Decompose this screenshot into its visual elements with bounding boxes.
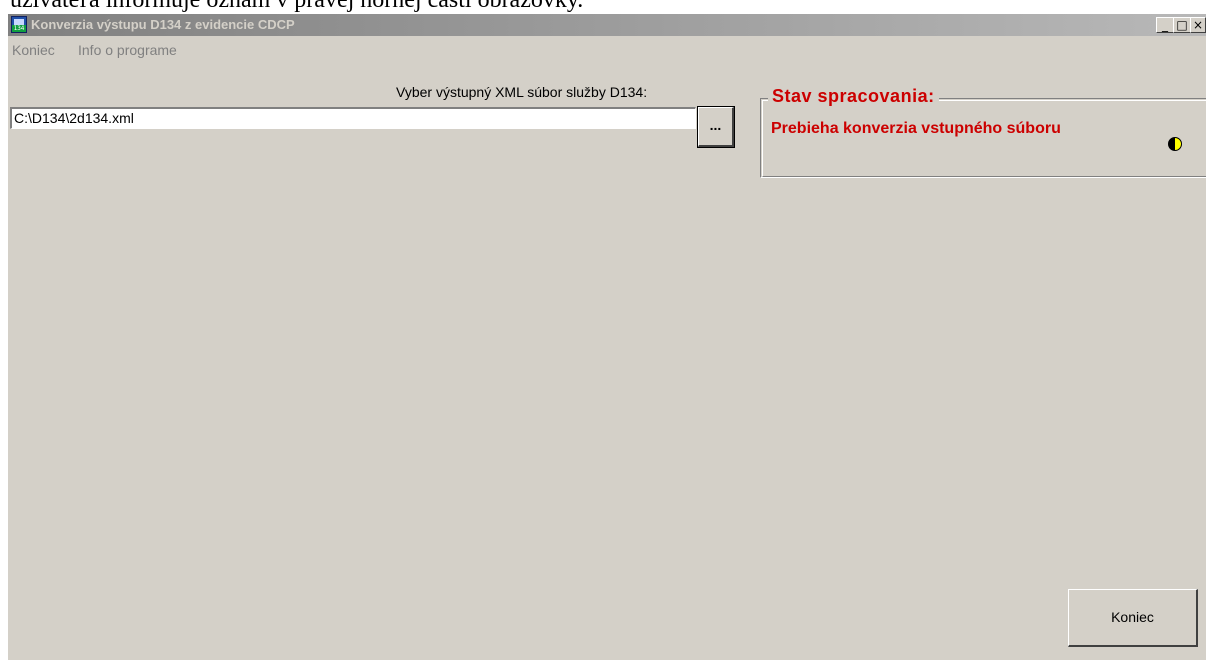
title-bar[interactable]: 134 Konverzia výstupu D134 z evidencie C… [8, 14, 1206, 36]
maximize-button[interactable]: □ [1173, 17, 1191, 33]
status-group-box [760, 98, 1206, 178]
status-message: Prebieha konverzia vstupného súboru [771, 120, 1061, 137]
status-title: Stav spracovania: [768, 86, 939, 107]
menu-item-koniec[interactable]: Koniec [12, 42, 55, 58]
close-button[interactable]: × [1190, 17, 1206, 33]
window-title: Konverzia výstupu D134 z evidencie CDCP [31, 17, 295, 32]
document-caption: užívateľa informuje oznam v pravej horne… [10, 0, 584, 13]
file-select-label: Vyber výstupný XML súbor služby D134: [396, 84, 648, 100]
app-icon[interactable]: 134 [11, 16, 27, 33]
browse-button[interactable]: ... [697, 106, 735, 148]
minimize-button[interactable]: _ [1156, 17, 1174, 33]
menu-item-info[interactable]: Info o programe [78, 42, 177, 58]
half-moon-icon [1168, 137, 1182, 151]
exit-button[interactable]: Koniec [1068, 589, 1198, 647]
app-window: 134 Konverzia výstupu D134 z evidencie C… [8, 14, 1206, 660]
file-path-input[interactable]: C:\D134\2d134.xml [10, 107, 696, 129]
